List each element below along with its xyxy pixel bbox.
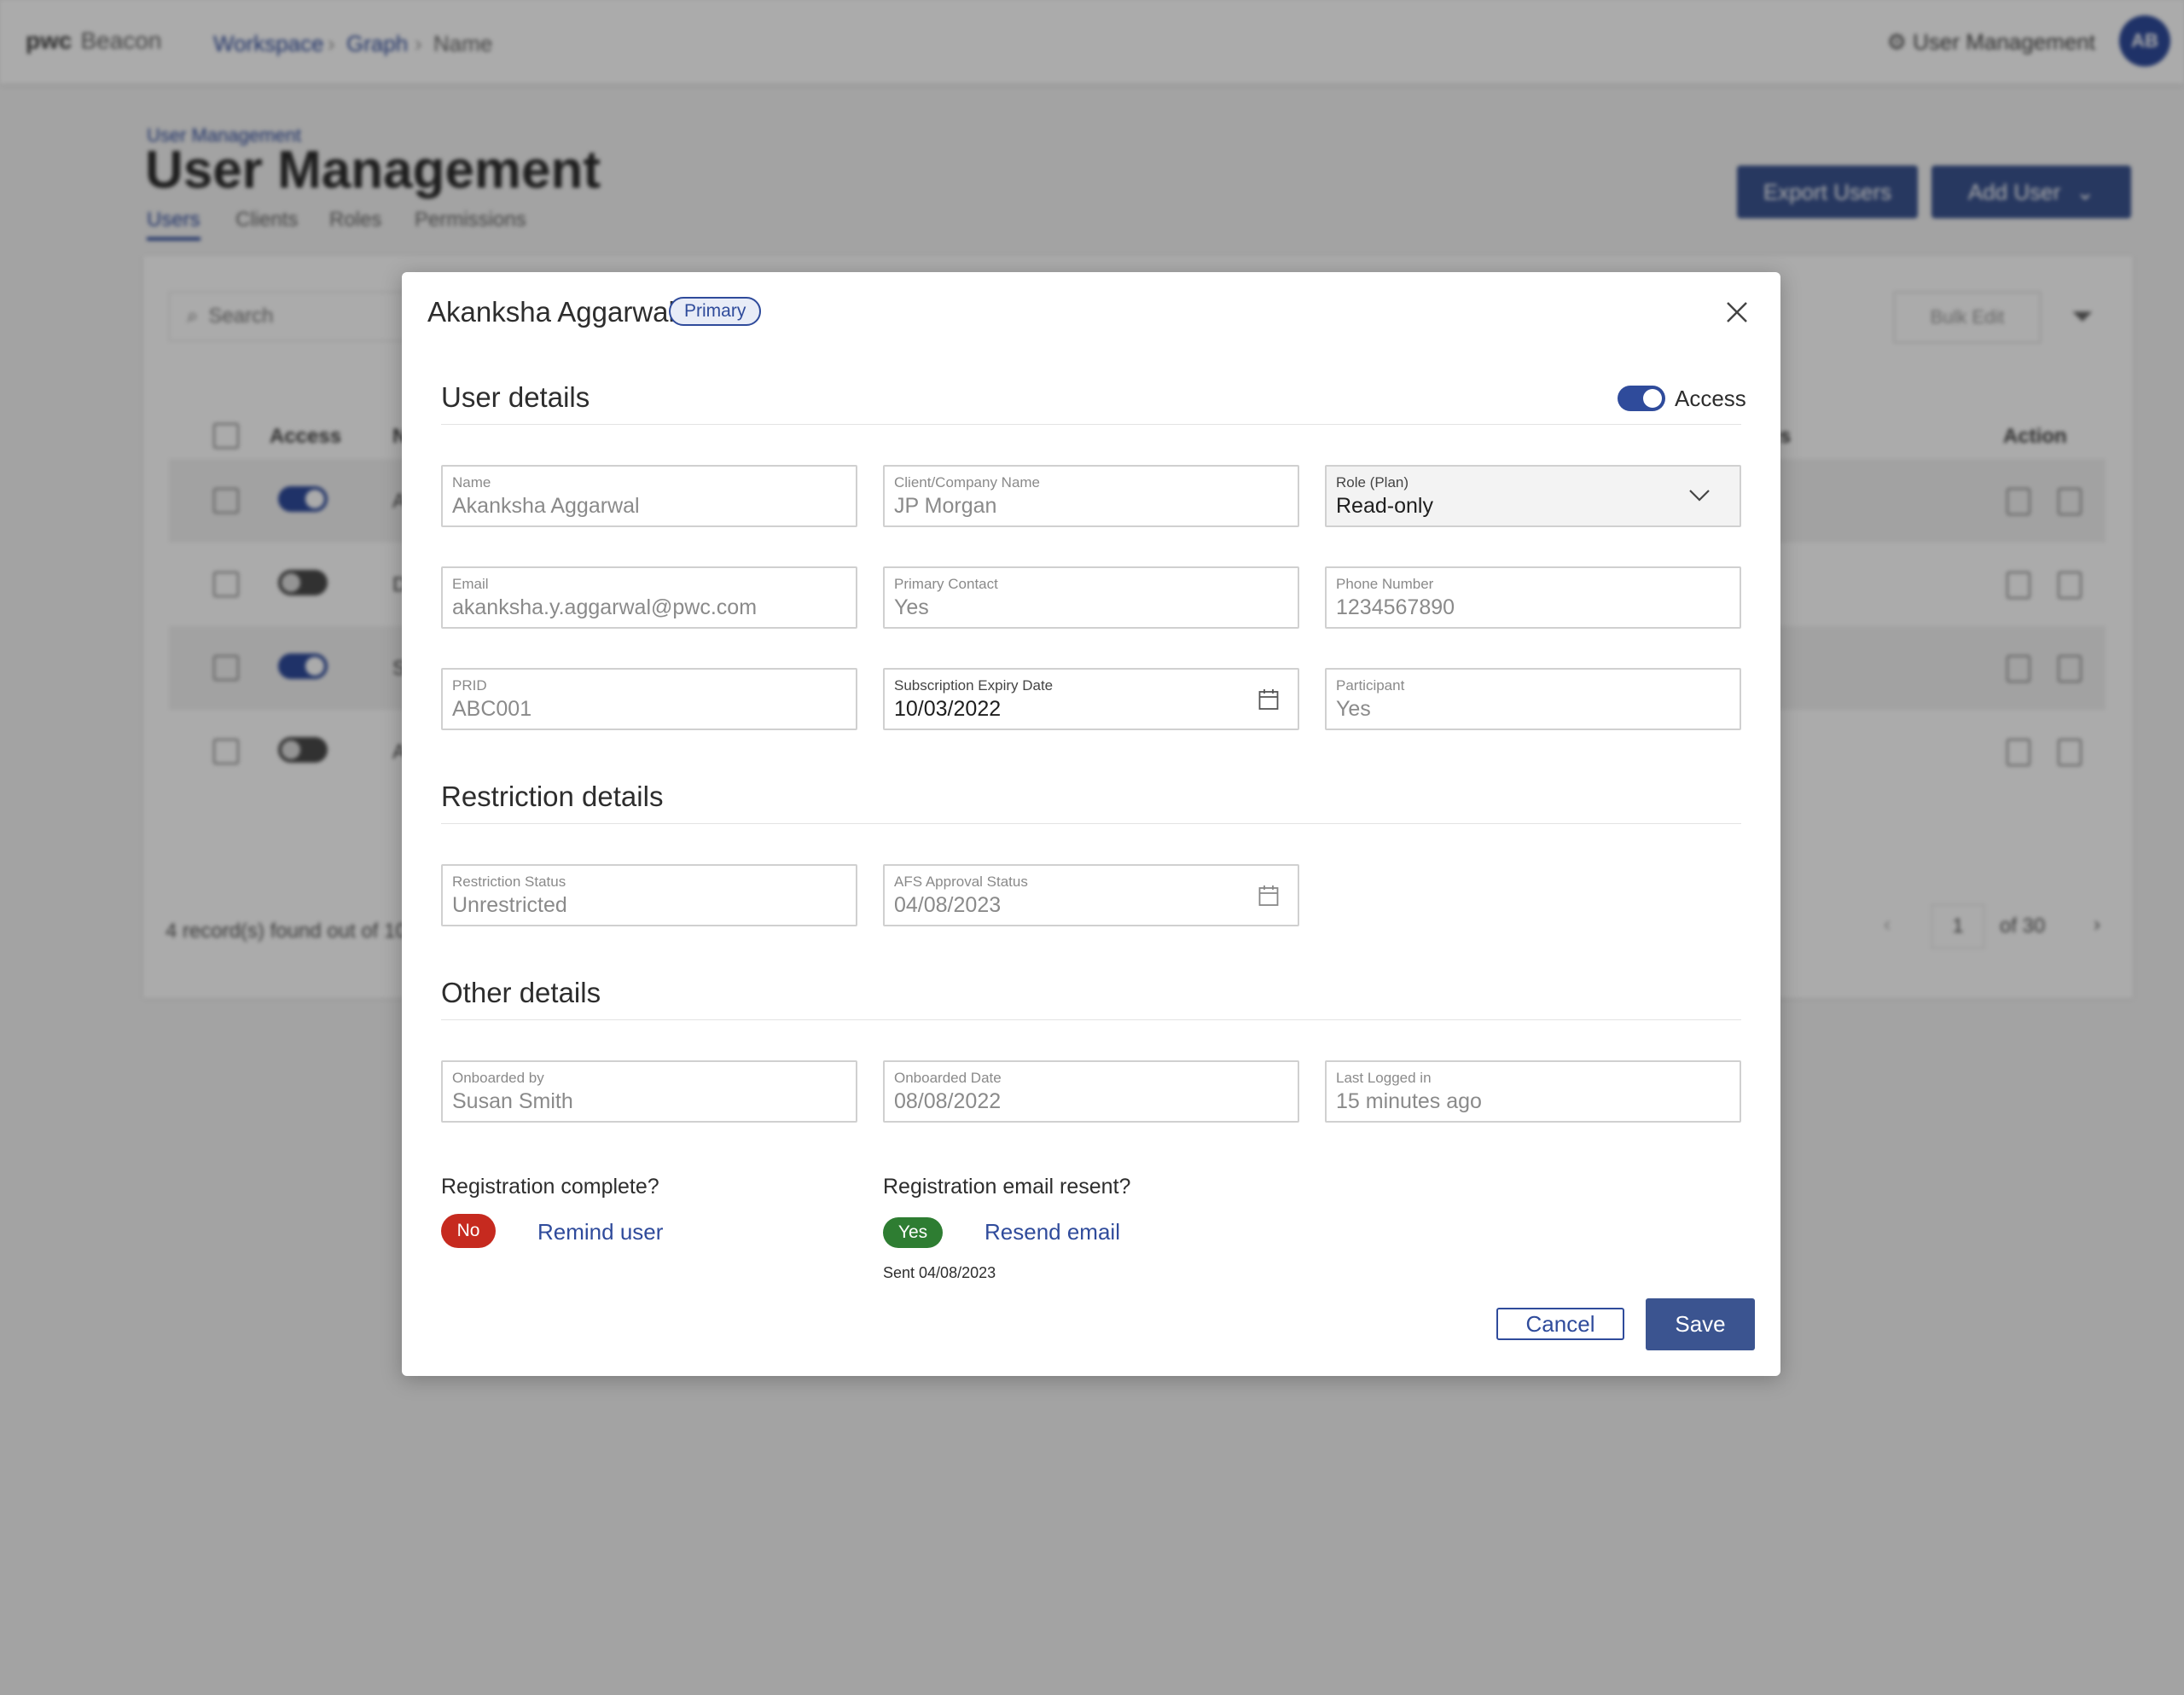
participant-field[interactable]: Participant Yes <box>1325 668 1741 730</box>
divider <box>441 424 1741 425</box>
divider <box>441 823 1741 824</box>
field-label: PRID <box>452 677 487 694</box>
field-label: Subscription Expiry Date <box>894 677 1054 694</box>
access-toggle[interactable] <box>1618 386 1665 411</box>
field-value: Yes <box>1336 697 1371 721</box>
field-value: 04/08/2023 <box>894 893 1002 917</box>
field-value: Unrestricted <box>452 893 567 917</box>
field-value: 15 minutes ago <box>1336 1089 1482 1113</box>
subscription-expiry-field[interactable]: Subscription Expiry Date 10/03/2022 <box>883 668 1299 730</box>
section-user-details: User details <box>441 381 590 413</box>
registration-status-badge: No <box>441 1214 496 1248</box>
field-value: Read-only <box>1336 494 1433 518</box>
field-label: Onboarded by <box>452 1070 544 1086</box>
field-value: 08/08/2022 <box>894 1089 1002 1113</box>
field-value: akanksha.y.aggarwal@pwc.com <box>452 595 758 619</box>
field-label: Participant <box>1336 677 1405 694</box>
prid-field[interactable]: PRID ABC001 <box>441 668 857 730</box>
registration-complete-label: Registration complete? <box>441 1175 659 1199</box>
close-icon[interactable] <box>1722 298 1751 327</box>
cancel-button[interactable]: Cancel <box>1496 1308 1624 1340</box>
section-restriction-details: Restriction details <box>441 781 664 812</box>
restriction-status-field[interactable]: Restriction Status Unrestricted <box>441 864 857 926</box>
sent-date-note: Sent 04/08/2023 <box>883 1264 996 1281</box>
email-field[interactable]: Email akanksha.y.aggarwal@pwc.com <box>441 566 857 629</box>
field-label: Email <box>452 576 489 592</box>
field-label: AFS Approval Status <box>894 874 1028 890</box>
section-other-details: Other details <box>441 977 601 1008</box>
calendar-icon[interactable] <box>1258 885 1279 907</box>
last-logged-in-field[interactable]: Last Logged in 15 minutes ago <box>1325 1060 1741 1123</box>
modal-user-name: Akanksha Aggarwal <box>427 296 675 328</box>
company-field[interactable]: Client/Company Name JP Morgan <box>883 465 1299 527</box>
field-value: Akanksha Aggarwal <box>452 494 640 518</box>
phone-field[interactable]: Phone Number 1234567890 <box>1325 566 1741 629</box>
primary-contact-field[interactable]: Primary Contact Yes <box>883 566 1299 629</box>
name-field[interactable]: Name Akanksha Aggarwal <box>441 465 857 527</box>
remind-user-link[interactable]: Remind user <box>537 1219 663 1245</box>
user-details-modal: Akanksha Aggarwal Primary User details A… <box>402 272 1780 1376</box>
calendar-icon[interactable] <box>1258 688 1279 711</box>
field-value: 10/03/2022 <box>894 697 1002 721</box>
primary-badge: Primary <box>669 297 762 326</box>
field-value: JP Morgan <box>894 494 997 518</box>
field-value: 1234567890 <box>1336 595 1455 619</box>
field-label: Onboarded Date <box>894 1070 1002 1086</box>
field-value: Yes <box>894 595 929 619</box>
registration-resent-label: Registration email resent? <box>883 1175 1131 1199</box>
field-label: Primary Contact <box>894 576 998 592</box>
resend-email-link[interactable]: Resend email <box>985 1219 1120 1245</box>
field-label: Role (Plan) <box>1336 474 1409 491</box>
field-label: Name <box>452 474 491 491</box>
chevron-down-icon[interactable] <box>1688 489 1711 502</box>
email-resent-badge: Yes <box>883 1217 943 1248</box>
field-value: Susan Smith <box>452 1089 573 1113</box>
field-label: Restriction Status <box>452 874 566 890</box>
save-button[interactable]: Save <box>1646 1298 1755 1350</box>
field-label: Phone Number <box>1336 576 1434 592</box>
role-select[interactable]: Role (Plan) Read-only <box>1325 465 1741 527</box>
onboarded-by-field[interactable]: Onboarded by Susan Smith <box>441 1060 857 1123</box>
afs-approval-status-field[interactable]: AFS Approval Status 04/08/2023 <box>883 864 1299 926</box>
onboarded-date-field[interactable]: Onboarded Date 08/08/2022 <box>883 1060 1299 1123</box>
divider <box>441 1019 1741 1020</box>
field-value: ABC001 <box>452 697 532 721</box>
access-label: Access <box>1675 386 1746 411</box>
field-label: Last Logged in <box>1336 1070 1432 1086</box>
field-label: Client/Company Name <box>894 474 1041 491</box>
